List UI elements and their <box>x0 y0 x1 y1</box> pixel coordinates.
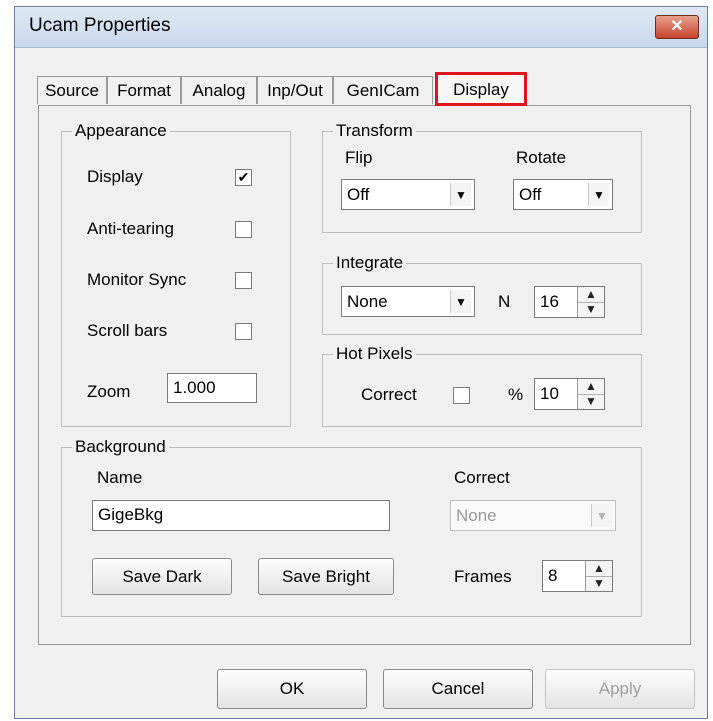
hot-pixels-legend: Hot Pixels <box>333 344 416 364</box>
frames-value: 8 <box>548 566 558 585</box>
chevron-down-icon: ▼ <box>591 504 612 527</box>
appearance-legend: Appearance <box>72 121 170 141</box>
integrate-value: None <box>347 292 388 311</box>
flip-value: Off <box>347 185 370 204</box>
chevron-down-icon: ▼ <box>450 290 471 313</box>
ok-button[interactable]: OK <box>217 669 367 709</box>
integrate-select[interactable]: None ▼ <box>341 286 475 317</box>
display-tab-panel: Appearance Display ✔ Anti-tearing Monito… <box>38 105 691 645</box>
rotate-label: Rotate <box>516 148 567 167</box>
scroll-bars-label: Scroll bars <box>87 321 168 340</box>
frames-spinner[interactable]: 8 ▲ ▼ <box>542 560 613 592</box>
background-correct-value: None <box>456 506 497 525</box>
percent-label: % <box>508 385 524 404</box>
frames-label: Frames <box>454 567 512 586</box>
background-group: Background Name GigeBkg Correct None ▼ S… <box>61 437 642 617</box>
flip-label: Flip <box>345 148 373 167</box>
background-legend: Background <box>72 437 169 457</box>
spin-down-icon[interactable]: ▼ <box>586 576 612 591</box>
zoom-label: Zoom <box>87 382 131 401</box>
anti-tearing-label: Anti-tearing <box>87 219 174 238</box>
display-label: Display <box>87 167 143 186</box>
chevron-down-icon: ▼ <box>450 183 471 206</box>
anti-tearing-checkbox[interactable] <box>235 221 252 238</box>
integrate-group: Integrate None ▼ N 16 ▲ ▼ <box>322 253 642 335</box>
percent-value: 10 <box>540 384 559 403</box>
window-title: Ucam Properties <box>29 15 171 36</box>
properties-dialog: Ucam Properties ✕ Source Format Analog I… <box>14 6 708 719</box>
spin-up-icon[interactable]: ▲ <box>586 561 612 577</box>
tab-source[interactable]: Source <box>37 76 107 104</box>
save-bright-button[interactable]: Save Bright <box>258 558 394 595</box>
hot-pixels-correct-label: Correct <box>361 385 417 404</box>
monitor-sync-label: Monitor Sync <box>87 270 187 289</box>
spin-down-icon[interactable]: ▼ <box>578 394 604 409</box>
monitor-sync-checkbox[interactable] <box>235 272 252 289</box>
zoom-input[interactable]: 1.000 <box>167 373 257 403</box>
title-bar[interactable]: Ucam Properties ✕ <box>15 7 707 48</box>
integrate-legend: Integrate <box>333 253 407 273</box>
chevron-down-icon: ▼ <box>588 183 609 206</box>
display-checkbox[interactable]: ✔ <box>235 169 252 186</box>
cancel-button[interactable]: Cancel <box>383 669 533 709</box>
rotate-select[interactable]: Off ▼ <box>513 179 613 210</box>
apply-button[interactable]: Apply <box>545 669 695 709</box>
name-label: Name <box>97 468 143 487</box>
hot-pixels-correct-checkbox[interactable] <box>453 387 470 404</box>
background-correct-label: Correct <box>454 468 510 487</box>
appearance-group: Appearance Display ✔ Anti-tearing Monito… <box>61 121 291 427</box>
save-dark-button[interactable]: Save Dark <box>92 558 232 595</box>
n-label: N <box>498 292 511 311</box>
hot-pixels-group: Hot Pixels Correct % 10 ▲ ▼ <box>322 344 642 427</box>
close-button[interactable]: ✕ <box>655 15 699 39</box>
tab-analog[interactable]: Analog <box>181 76 257 104</box>
spin-up-icon[interactable]: ▲ <box>578 379 604 395</box>
background-name-input[interactable]: GigeBkg <box>92 500 390 531</box>
tab-genicam[interactable]: GenICam <box>333 76 433 104</box>
flip-select[interactable]: Off ▼ <box>341 179 475 210</box>
spin-down-icon[interactable]: ▼ <box>578 302 604 317</box>
background-correct-select[interactable]: None ▼ <box>450 500 616 531</box>
tab-display[interactable]: Display <box>435 72 527 106</box>
close-icon: ✕ <box>670 18 684 35</box>
spin-up-icon[interactable]: ▲ <box>578 287 604 303</box>
n-spinner[interactable]: 16 ▲ ▼ <box>534 286 605 318</box>
percent-spinner[interactable]: 10 ▲ ▼ <box>534 378 605 410</box>
transform-legend: Transform <box>333 121 416 141</box>
tab-inp-out[interactable]: Inp/Out <box>257 76 333 104</box>
tab-format[interactable]: Format <box>107 76 181 104</box>
rotate-value: Off <box>519 185 542 204</box>
n-value: 16 <box>540 292 559 311</box>
transform-group: Transform Flip Off ▼ Rotate Off ▼ <box>322 121 642 233</box>
scroll-bars-checkbox[interactable] <box>235 323 252 340</box>
